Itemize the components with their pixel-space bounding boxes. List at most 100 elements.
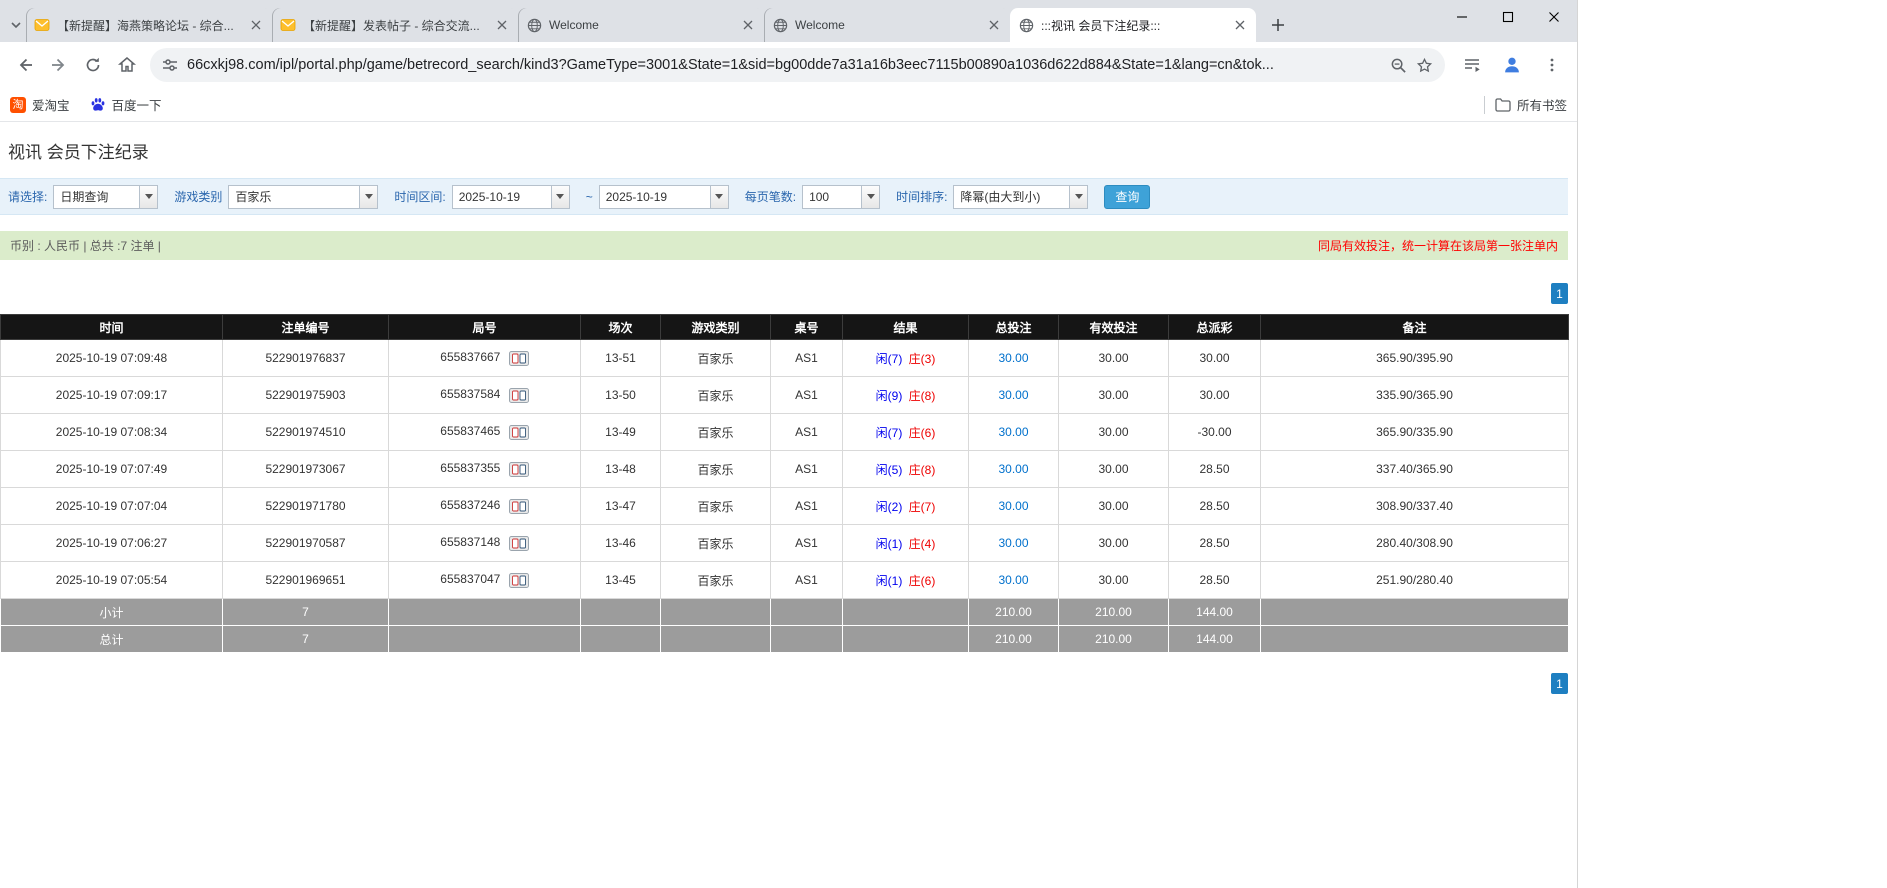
cell-round: 655837667 bbox=[389, 340, 581, 377]
cell-result: 闲(7) 庄(3) bbox=[843, 340, 969, 377]
cell-time: 2025-10-19 07:09:48 bbox=[1, 340, 223, 377]
cell-payout: 28.50 bbox=[1169, 525, 1261, 562]
back-icon[interactable] bbox=[8, 48, 42, 82]
header-result: 结果 bbox=[843, 315, 969, 340]
window-close-button[interactable] bbox=[1531, 0, 1577, 33]
cell-result: 闲(7) 庄(6) bbox=[843, 414, 969, 451]
cell-time: 2025-10-19 07:07:49 bbox=[1, 451, 223, 488]
cell-empty bbox=[661, 626, 771, 653]
cell-total-bet: 30.00 bbox=[969, 488, 1059, 525]
profile-avatar-icon[interactable] bbox=[1495, 48, 1529, 82]
window-maximize-button[interactable] bbox=[1485, 0, 1531, 33]
total-bet-link[interactable]: 30.00 bbox=[998, 573, 1028, 587]
browser-toolbar: 66cxkj98.com/ipl/portal.php/game/betreco… bbox=[0, 42, 1577, 88]
search-button[interactable]: 查询 bbox=[1104, 185, 1150, 209]
cell-payout: 28.50 bbox=[1169, 562, 1261, 599]
total-bet-link[interactable]: 30.00 bbox=[998, 351, 1028, 365]
total-bet-link[interactable]: 30.00 bbox=[998, 462, 1028, 476]
game-type-select[interactable]: 百家乐 bbox=[228, 185, 378, 209]
header-valid-bet: 有效投注 bbox=[1059, 315, 1169, 340]
bet-records-table: 时间 注单编号 局号 场次 游戏类别 桌号 结果 总投注 有效投注 总派彩 备注… bbox=[0, 314, 1569, 653]
game-result-cards-icon[interactable] bbox=[509, 351, 529, 366]
filter-bar: 请选择: 日期查询 游戏类别 百家乐 时间区间: 2025-10-19 ~ bbox=[0, 178, 1568, 215]
total-bet-link[interactable]: 30.00 bbox=[998, 388, 1028, 402]
site-info-icon[interactable] bbox=[162, 57, 178, 73]
forward-icon[interactable] bbox=[42, 48, 76, 82]
game-result-cards-icon[interactable] bbox=[509, 462, 529, 477]
home-icon[interactable] bbox=[110, 48, 144, 82]
tab-close-icon[interactable] bbox=[1232, 17, 1248, 33]
result-banker: 庄(6) bbox=[909, 426, 936, 440]
cell-empty bbox=[843, 626, 969, 653]
browser-menu-icon[interactable] bbox=[1535, 48, 1569, 82]
result-banker: 庄(8) bbox=[909, 463, 936, 477]
address-bar[interactable]: 66cxkj98.com/ipl/portal.php/game/betreco… bbox=[150, 48, 1445, 82]
page-button-1[interactable]: 1 bbox=[1551, 283, 1568, 304]
cell-note: 280.40/308.90 bbox=[1261, 525, 1569, 562]
browser-tab-1[interactable]: 【新提醒】海燕策略论坛 - 综合... bbox=[26, 8, 272, 42]
cell-bet-id: 522901970587 bbox=[223, 525, 389, 562]
game-result-cards-icon[interactable] bbox=[509, 425, 529, 440]
tab-close-icon[interactable] bbox=[248, 17, 264, 33]
cell-total-bet: 30.00 bbox=[969, 340, 1059, 377]
media-controls-icon[interactable] bbox=[1455, 48, 1489, 82]
browser-window: 【新提醒】海燕策略论坛 - 综合... 【新提醒】发表帖子 - 综合交流... bbox=[0, 0, 1578, 888]
round-number: 655837148 bbox=[440, 535, 500, 549]
total-bet-link[interactable]: 30.00 bbox=[998, 425, 1028, 439]
cell-bet-id: 522901974510 bbox=[223, 414, 389, 451]
game-result-cards-icon[interactable] bbox=[509, 573, 529, 588]
page-button-1[interactable]: 1 bbox=[1551, 673, 1568, 694]
tab-close-icon[interactable] bbox=[494, 17, 510, 33]
cell-round: 655837465 bbox=[389, 414, 581, 451]
query-type-value: 日期查询 bbox=[54, 186, 139, 208]
baidu-paw-icon bbox=[90, 97, 106, 113]
cell-note: 251.90/280.40 bbox=[1261, 562, 1569, 599]
table-body: 2025-10-19 07:09:48 522901976837 6558376… bbox=[1, 340, 1569, 599]
new-tab-button[interactable] bbox=[1264, 11, 1292, 39]
browser-tab-5-active[interactable]: :::视讯 会员下注纪录::: bbox=[1010, 8, 1256, 42]
cell-bet-id: 522901971780 bbox=[223, 488, 389, 525]
browser-tab-2[interactable]: 【新提醒】发表帖子 - 综合交流... bbox=[272, 8, 518, 42]
total-bet-link[interactable]: 30.00 bbox=[998, 536, 1028, 550]
cell-session: 13-51 bbox=[581, 340, 661, 377]
game-result-cards-icon[interactable] bbox=[509, 388, 529, 403]
zoom-icon[interactable] bbox=[1390, 57, 1407, 74]
cell-empty bbox=[1261, 626, 1569, 653]
subtotal-count: 7 bbox=[223, 599, 389, 626]
date-to-select[interactable]: 2025-10-19 bbox=[599, 185, 729, 209]
browser-tab-3[interactable]: Welcome bbox=[518, 8, 764, 42]
total-bet-link[interactable]: 30.00 bbox=[998, 499, 1028, 513]
window-minimize-button[interactable] bbox=[1439, 0, 1485, 33]
table-row: 2025-10-19 07:07:49 522901973067 6558373… bbox=[1, 451, 1569, 488]
tab-close-icon[interactable] bbox=[986, 17, 1002, 33]
header-total-bet: 总投注 bbox=[969, 315, 1059, 340]
game-type-label: 游戏类别 bbox=[174, 188, 222, 205]
result-banker: 庄(8) bbox=[909, 389, 936, 403]
reload-icon[interactable] bbox=[76, 48, 110, 82]
cell-session: 13-48 bbox=[581, 451, 661, 488]
query-type-select[interactable]: 日期查询 bbox=[53, 185, 158, 209]
cell-payout: 28.50 bbox=[1169, 488, 1261, 525]
tab-search-chevron-icon[interactable] bbox=[6, 8, 26, 42]
cell-note: 365.90/395.90 bbox=[1261, 340, 1569, 377]
browser-tab-4[interactable]: Welcome bbox=[764, 8, 1010, 42]
cell-valid-bet: 30.00 bbox=[1059, 525, 1169, 562]
date-from-select[interactable]: 2025-10-19 bbox=[452, 185, 570, 209]
cell-session: 13-47 bbox=[581, 488, 661, 525]
header-time: 时间 bbox=[1, 315, 223, 340]
chevron-down-icon bbox=[551, 186, 569, 208]
folder-icon bbox=[1495, 97, 1511, 113]
mail-favicon bbox=[280, 17, 296, 33]
all-bookmarks-button[interactable]: 所有书签 bbox=[1495, 95, 1567, 114]
game-result-cards-icon[interactable] bbox=[509, 499, 529, 514]
game-result-cards-icon[interactable] bbox=[509, 536, 529, 551]
bookmarks-divider bbox=[1484, 96, 1485, 114]
bookmark-aitaobao[interactable]: 淘 爱淘宝 bbox=[10, 95, 70, 114]
cell-table-no: AS1 bbox=[771, 414, 843, 451]
sort-select[interactable]: 降幂(由大到小) bbox=[953, 185, 1088, 209]
bookmark-star-icon[interactable] bbox=[1416, 57, 1433, 74]
bookmark-baidu[interactable]: 百度一下 bbox=[90, 95, 162, 114]
total-total-bet: 210.00 bbox=[969, 626, 1059, 653]
tab-close-icon[interactable] bbox=[740, 17, 756, 33]
page-size-select[interactable]: 100 bbox=[802, 185, 880, 209]
